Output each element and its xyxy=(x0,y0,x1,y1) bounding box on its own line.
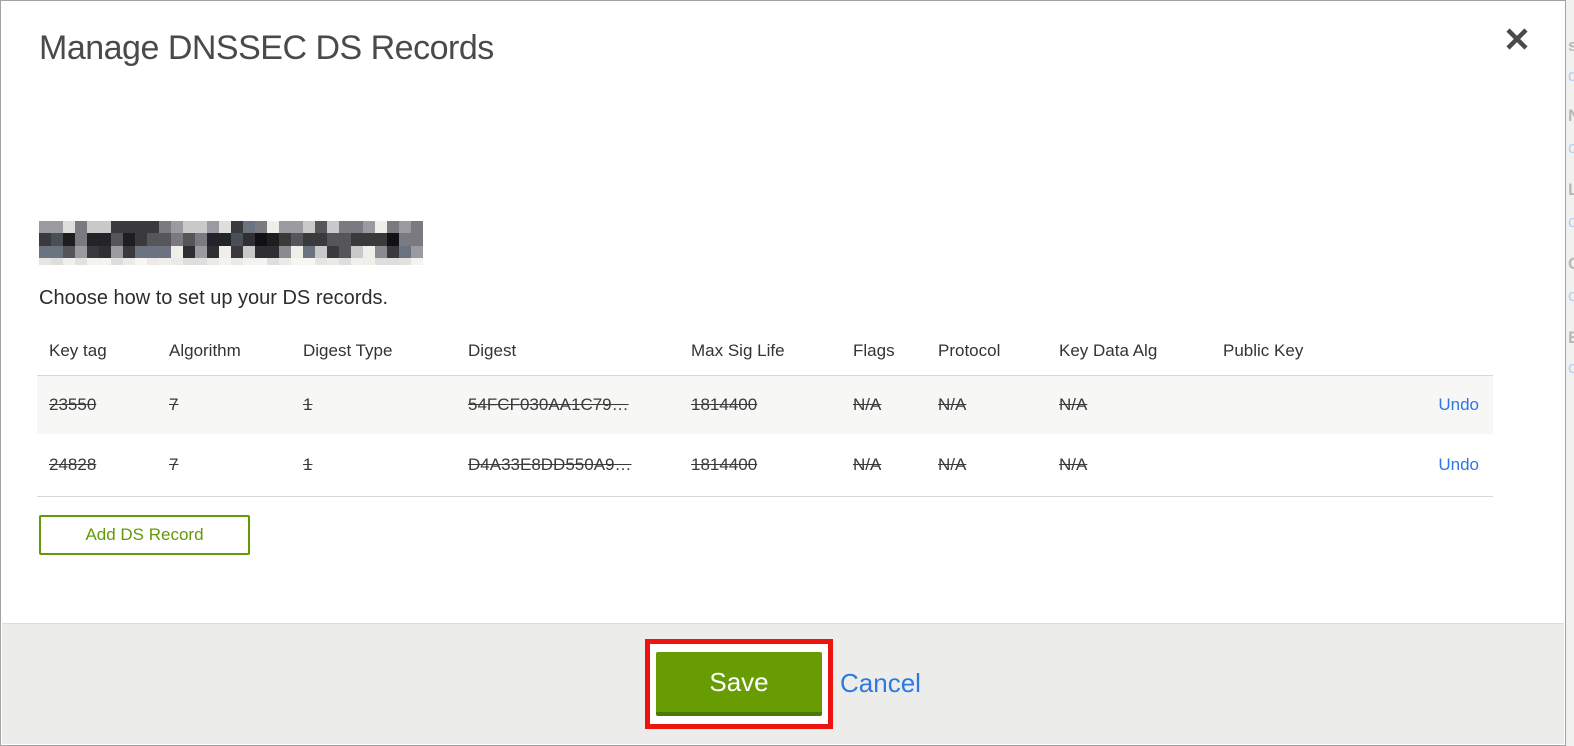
background-text-fragment: E xyxy=(1568,328,1574,347)
close-button[interactable] xyxy=(1497,21,1537,61)
cell-algorithm: 7 xyxy=(169,454,179,474)
cell-key-data-alg: N/A xyxy=(1059,454,1088,474)
manage-dnssec-modal: Manage DNSSEC DS Records Choose how to s… xyxy=(0,0,1566,746)
background-text-fragment: o xyxy=(1568,358,1574,377)
ds-records-table: Key tag Algorithm Digest Type Digest Max… xyxy=(37,331,1493,497)
col-header-key-data-alg: Key Data Alg xyxy=(1059,331,1223,376)
cell-digest-type: 1 xyxy=(303,394,313,414)
cancel-link[interactable]: Cancel xyxy=(840,668,921,699)
cell-key-tag: 23550 xyxy=(49,394,97,414)
redacted-domain-name xyxy=(39,221,423,265)
table-header-row: Key tag Algorithm Digest Type Digest Max… xyxy=(37,331,1493,376)
col-header-key-tag: Key tag xyxy=(37,331,169,376)
modal-footer: Save Cancel xyxy=(2,623,1564,744)
instruction-text: Choose how to set up your DS records. xyxy=(39,287,389,309)
col-header-max-sig-life: Max Sig Life xyxy=(691,331,853,376)
background-text-fragment: N xyxy=(1568,106,1574,126)
cell-max-sig-life: 1814400 xyxy=(691,394,758,414)
cell-key-data-alg: N/A xyxy=(1059,394,1088,414)
page: Manage DNSSEC DS Records Choose how to s… xyxy=(0,0,1574,746)
background-text-fragment: o xyxy=(1568,212,1574,231)
col-header-protocol: Protocol xyxy=(938,331,1059,376)
col-header-digest: Digest xyxy=(468,331,691,376)
cell-algorithm: 7 xyxy=(169,394,179,414)
cell-key-tag: 24828 xyxy=(49,454,97,474)
background-text-fragment: o xyxy=(1568,138,1574,157)
background-text-fragment: s xyxy=(1568,36,1574,55)
cell-public-key xyxy=(1223,434,1393,497)
cell-protocol: N/A xyxy=(938,454,967,474)
cell-digest: 54FCF030AA1C79… xyxy=(468,394,629,414)
undo-link[interactable]: Undo xyxy=(1438,455,1479,474)
page-title: Manage DNSSEC DS Records xyxy=(39,29,494,67)
cell-digest: D4A33E8DD550A9… xyxy=(468,454,632,474)
close-icon xyxy=(1503,25,1531,58)
cell-flags: N/A xyxy=(853,394,882,414)
table-row: 23550 7 1 54FCF030AA1C79… 1814400 N/A N/A N/A Un… xyxy=(37,375,1493,434)
col-header-flags: Flags xyxy=(853,331,938,376)
background-text-fragment: d xyxy=(1568,66,1574,85)
col-header-public-key: Public Key xyxy=(1223,331,1393,376)
col-header-algorithm: Algorithm xyxy=(169,331,303,376)
col-header-digest-type: Digest Type xyxy=(303,331,468,376)
cell-protocol: N/A xyxy=(938,394,967,414)
col-header-action xyxy=(1393,331,1493,376)
save-button[interactable]: Save xyxy=(656,652,822,716)
background-text-fragment: o xyxy=(1568,286,1574,305)
undo-link[interactable]: Undo xyxy=(1438,395,1479,414)
table-row: 24828 7 1 D4A33E8DD550A9… 1814400 N/A N/A N/A Un… xyxy=(37,434,1493,497)
background-text-fragment: C xyxy=(1568,254,1574,274)
cell-public-key xyxy=(1223,376,1393,434)
cell-flags: N/A xyxy=(853,454,882,474)
cell-max-sig-life: 1814400 xyxy=(691,454,758,474)
cell-digest-type: 1 xyxy=(303,454,313,474)
red-annotation-box: Save xyxy=(645,639,833,729)
background-text-fragment: L xyxy=(1568,180,1574,199)
add-ds-record-button[interactable]: Add DS Record xyxy=(39,515,250,555)
